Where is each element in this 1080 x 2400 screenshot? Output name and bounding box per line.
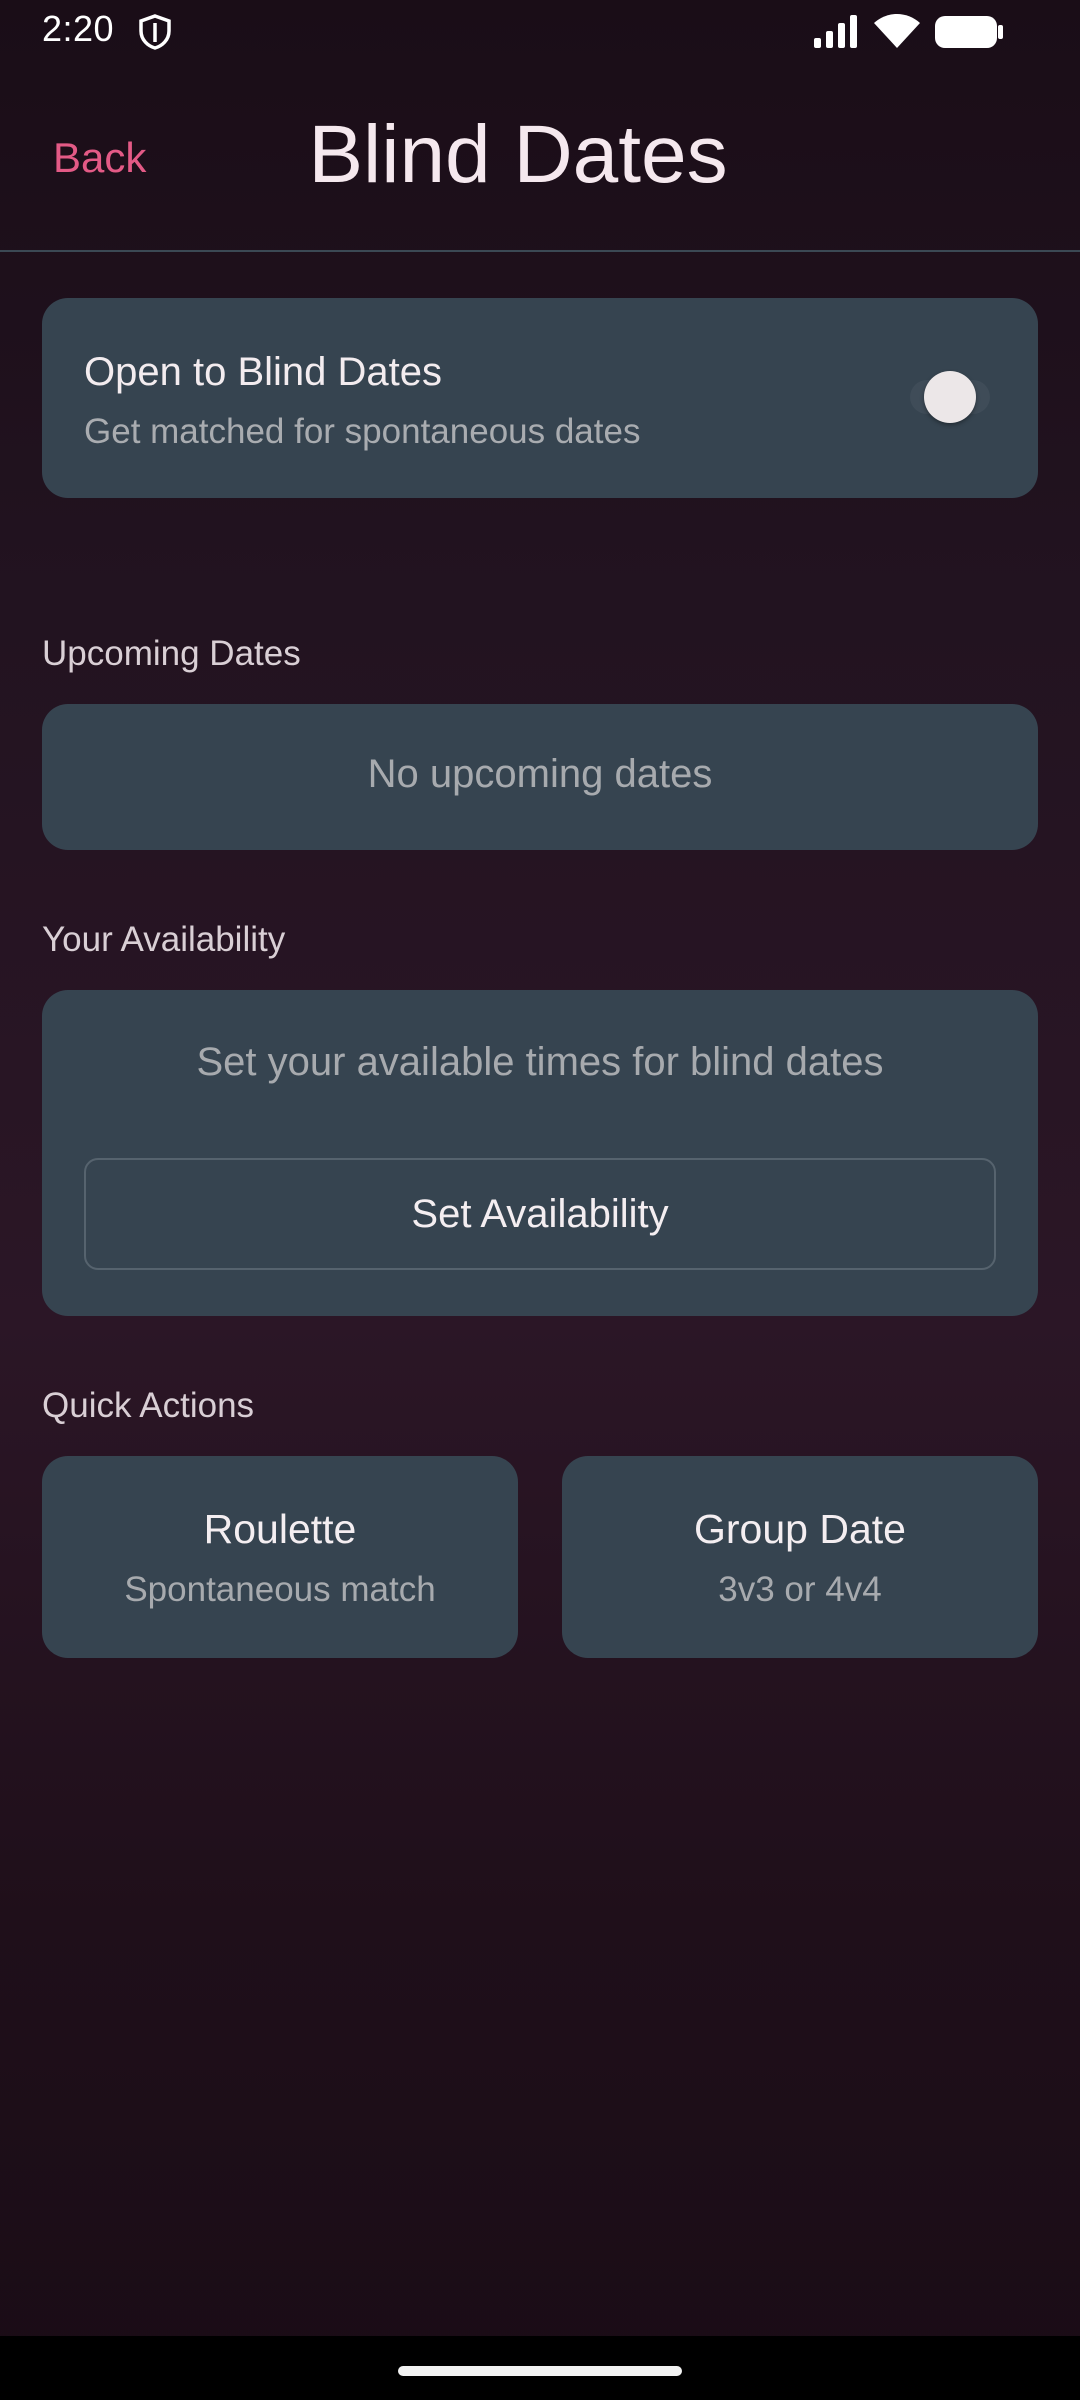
battery-icon [934,14,1004,50]
signal-icon [812,14,860,50]
wifi-icon [872,12,922,50]
upcoming-empty-text: No upcoming dates [367,752,713,796]
availability-card: Set your available times for blind dates… [42,990,1038,1316]
toggle-title: Open to Blind Dates [84,350,442,394]
status-time: 2:20 [42,8,115,49]
shield-icon [138,14,172,50]
quick-action-subtitle: 3v3 or 4v4 [718,1570,882,1609]
roulette-button[interactable]: Roulette Spontaneous match [42,1456,518,1658]
blind-dates-switch[interactable] [882,362,1012,430]
quick-action-title: Roulette [203,1506,357,1552]
set-availability-button[interactable]: Set Availability [84,1158,996,1270]
availability-description: Set your available times for blind dates [196,1040,884,1084]
home-indicator[interactable] [398,2366,682,2376]
blind-dates-toggle-card: Open to Blind Dates Get matched for spon… [42,298,1038,498]
switch-thumb [924,371,976,423]
app-header: Back Blind Dates [0,64,1080,252]
quick-action-title: Group Date [694,1506,906,1552]
quick-actions-heading: Quick Actions [42,1386,255,1425]
availability-heading: Your Availability [42,920,286,959]
upcoming-heading: Upcoming Dates [42,634,301,673]
group-date-button[interactable]: Group Date 3v3 or 4v4 [562,1456,1038,1658]
status-bar: 2:20 [0,0,1080,64]
page-title: Blind Dates [308,109,728,200]
quick-action-subtitle: Spontaneous match [124,1570,436,1609]
upcoming-dates-card: No upcoming dates [42,704,1038,850]
toggle-subtitle: Get matched for spontaneous dates [84,412,641,451]
system-nav-bar [0,2336,1080,2400]
